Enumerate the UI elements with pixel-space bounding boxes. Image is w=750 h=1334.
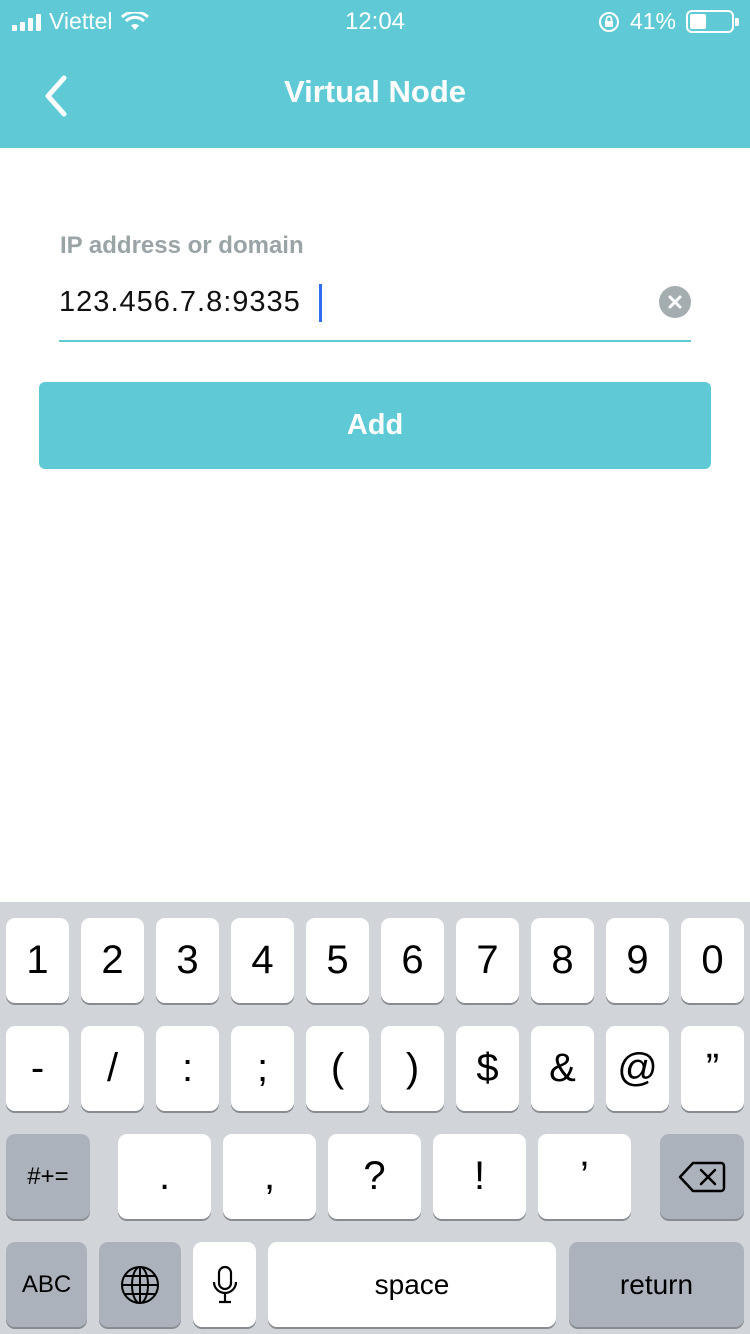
battery-percent: 41% <box>629 8 676 34</box>
key-dollar[interactable]: $ <box>456 1026 519 1111</box>
close-icon <box>668 295 682 309</box>
key-exclamation[interactable]: ! <box>433 1134 526 1219</box>
clear-button[interactable] <box>659 286 691 318</box>
backspace-icon <box>678 1161 726 1192</box>
key-0[interactable]: 0 <box>681 918 744 1003</box>
key-apostrophe[interactable]: ’ <box>538 1134 631 1219</box>
key-1[interactable]: 1 <box>6 918 69 1003</box>
key-6[interactable]: 6 <box>381 918 444 1003</box>
rotation-lock-icon <box>598 11 619 32</box>
key-5[interactable]: 5 <box>306 918 369 1003</box>
key-open-paren[interactable]: ( <box>306 1026 369 1111</box>
battery-icon <box>686 10 739 33</box>
key-7[interactable]: 7 <box>456 918 519 1003</box>
delete-key[interactable] <box>660 1134 744 1219</box>
keyboard: 1 2 3 4 5 6 7 8 9 0 - / : ; ( ) $ & @ ” … <box>0 902 750 1334</box>
key-close-paren[interactable]: ) <box>381 1026 444 1111</box>
key-colon[interactable]: : <box>156 1026 219 1111</box>
text-caret <box>319 284 322 322</box>
key-9[interactable]: 9 <box>606 918 669 1003</box>
abc-key[interactable]: ABC <box>6 1242 87 1327</box>
microphone-icon <box>212 1265 237 1303</box>
key-3[interactable]: 3 <box>156 918 219 1003</box>
key-question[interactable]: ? <box>328 1134 421 1219</box>
page-title: Virtual Node <box>283 74 467 109</box>
key-8[interactable]: 8 <box>531 918 594 1003</box>
key-4[interactable]: 4 <box>231 918 294 1003</box>
app-header: Viettel 12:04 41% Virtual Node <box>0 0 750 148</box>
globe-key[interactable] <box>99 1242 181 1327</box>
address-input[interactable] <box>59 284 639 320</box>
add-button[interactable]: Add <box>39 382 711 469</box>
key-ampersand[interactable]: & <box>531 1026 594 1111</box>
symbols-key[interactable]: #+= <box>6 1134 90 1219</box>
field-label: IP address or domain <box>60 232 304 259</box>
key-semicolon[interactable]: ; <box>231 1026 294 1111</box>
nav-bar: Virtual Node <box>0 48 750 140</box>
key-period[interactable]: . <box>118 1134 211 1219</box>
key-slash[interactable]: / <box>81 1026 144 1111</box>
key-at[interactable]: @ <box>606 1026 669 1111</box>
key-comma[interactable]: , <box>223 1134 316 1219</box>
globe-icon <box>121 1265 159 1304</box>
address-field[interactable] <box>59 270 691 342</box>
dictation-key[interactable] <box>193 1242 256 1327</box>
space-key[interactable]: space <box>268 1242 556 1327</box>
key-2[interactable]: 2 <box>81 918 144 1003</box>
key-hyphen[interactable]: - <box>6 1026 69 1111</box>
return-key[interactable]: return <box>569 1242 744 1327</box>
key-quote[interactable]: ” <box>681 1026 744 1111</box>
status-bar: Viettel 12:04 41% <box>0 0 750 40</box>
